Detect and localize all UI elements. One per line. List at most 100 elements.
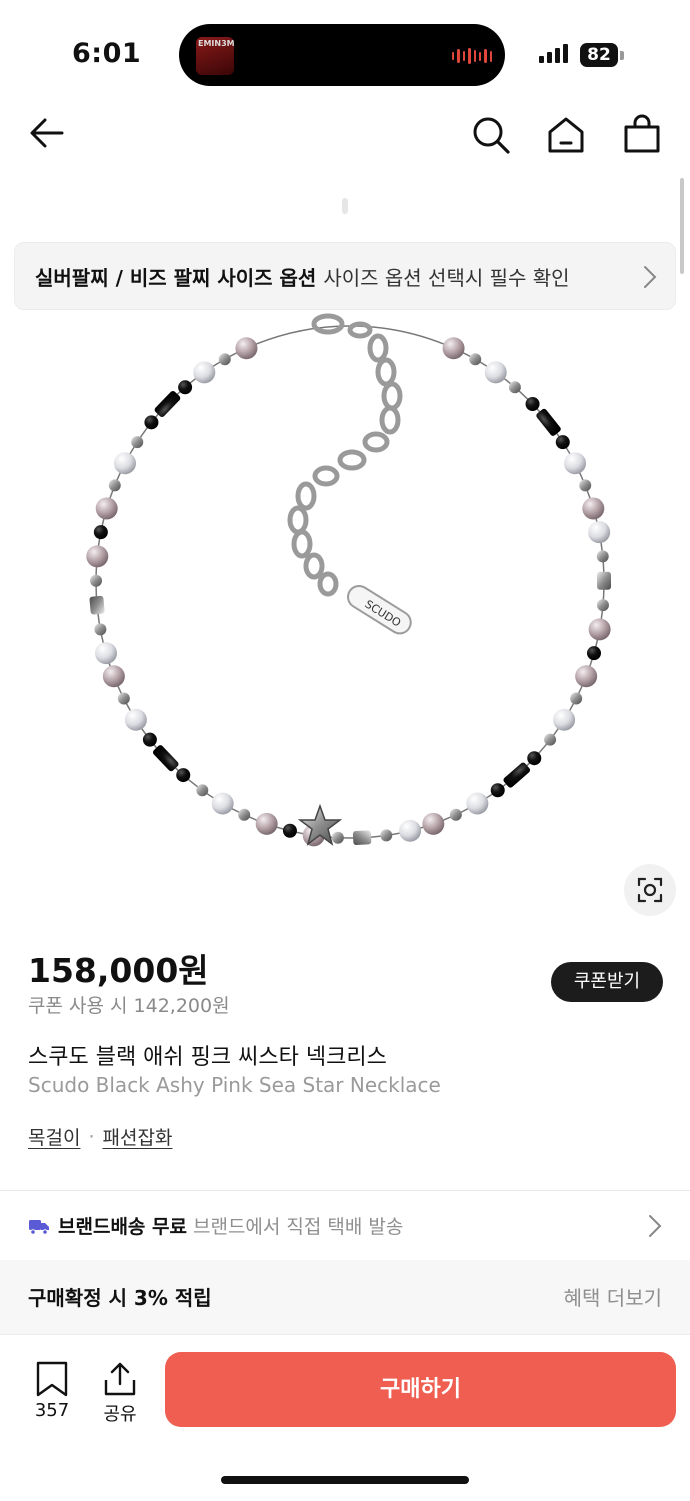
product-price: 158,000원 bbox=[28, 951, 209, 990]
necklace-bead bbox=[466, 792, 489, 815]
necklace-bead bbox=[508, 381, 521, 394]
category-separator: · bbox=[88, 1125, 95, 1148]
necklace-bead bbox=[193, 361, 216, 384]
necklace-bead bbox=[90, 574, 103, 587]
necklace-bead bbox=[490, 783, 505, 798]
home-icon[interactable] bbox=[543, 112, 589, 158]
now-playing-album-art[interactable]: EMIN3M bbox=[196, 37, 234, 75]
necklace-bead bbox=[131, 436, 144, 449]
necklace-bead bbox=[596, 599, 609, 612]
necklace-bead bbox=[255, 812, 278, 835]
shipping-label: 브랜드배송 무료 bbox=[58, 1216, 187, 1238]
coupon-price: 쿠폰 사용 시 142,200원 bbox=[28, 995, 230, 1017]
banner-title: 실버팔찌 / 비즈 팔찌 사이즈 옵션 bbox=[35, 265, 317, 290]
necklace-bead bbox=[235, 337, 258, 360]
necklace-bead bbox=[575, 665, 598, 688]
necklace-bead bbox=[117, 692, 130, 705]
banner-subtitle: 사이즈 옵션 선택시 필수 확인 bbox=[323, 265, 570, 290]
image-page-indicator bbox=[342, 198, 348, 214]
album-art-text: EMIN3M bbox=[198, 39, 234, 48]
necklace-bead bbox=[95, 497, 118, 520]
necklace-bead bbox=[211, 792, 234, 815]
benefit-row[interactable]: 구매확정 시 3% 적립 혜택 더보기 bbox=[0, 1260, 690, 1334]
product-name-english: Scudo Black Ashy Pink Sea Star Necklace bbox=[28, 1073, 441, 1097]
necklace-bead bbox=[93, 525, 108, 540]
status-time: 6:01 bbox=[72, 38, 142, 69]
necklace-bead bbox=[124, 708, 147, 731]
necklace-bead bbox=[142, 732, 157, 747]
product-name-korean: 스쿠도 블랙 애쉬 핑크 씨스타 넥크리스 bbox=[28, 1045, 387, 1070]
category-link-necklace[interactable]: 목걸이 bbox=[28, 1123, 80, 1150]
necklace-bead bbox=[596, 571, 612, 590]
necklace-bead bbox=[178, 380, 193, 395]
necklace-bead bbox=[582, 497, 605, 520]
home-indicator[interactable] bbox=[221, 1476, 469, 1484]
chevron-right-icon bbox=[644, 266, 657, 288]
cellular-signal-icon bbox=[539, 44, 568, 63]
category-link-fashion-goods[interactable]: 패션잡화 bbox=[103, 1123, 173, 1150]
necklace-bead bbox=[196, 784, 209, 797]
necklace-bead bbox=[89, 595, 105, 615]
back-arrow-icon[interactable] bbox=[24, 110, 70, 156]
necklace-bead bbox=[544, 733, 557, 746]
necklace-bead bbox=[503, 762, 531, 788]
necklace-bead bbox=[527, 751, 542, 766]
necklace-bead bbox=[536, 408, 561, 436]
necklace-bead bbox=[176, 768, 191, 783]
necklace-bead bbox=[331, 831, 344, 844]
necklace-bead bbox=[553, 708, 576, 731]
necklace-bead bbox=[399, 819, 422, 842]
necklace-bead bbox=[282, 823, 297, 838]
shipping-info-row[interactable]: 브랜드배송 무료 브랜드에서 직접 택배 발송 bbox=[28, 1212, 403, 1239]
battery-icon: 82 bbox=[580, 43, 618, 67]
chevron-right-icon[interactable] bbox=[648, 1214, 662, 1238]
necklace-bead bbox=[596, 550, 609, 563]
necklace-bead bbox=[152, 745, 179, 772]
necklace-bead bbox=[95, 642, 118, 665]
product-image-necklace[interactable]: SCUDO bbox=[60, 300, 640, 880]
section-divider bbox=[0, 1190, 690, 1191]
necklace-bead bbox=[218, 353, 231, 366]
battery-tip bbox=[620, 51, 624, 60]
necklace-bead bbox=[449, 808, 462, 821]
necklace-bead bbox=[108, 479, 121, 492]
necklace-bead bbox=[154, 391, 181, 417]
bookmark-icon[interactable] bbox=[32, 1360, 72, 1398]
category-breadcrumb: 목걸이 · 패션잡화 bbox=[28, 1123, 172, 1150]
benefit-label: 구매확정 시 3% 적립 bbox=[28, 1286, 212, 1310]
necklace-bead bbox=[380, 829, 393, 842]
necklace-bead bbox=[579, 479, 592, 492]
necklace-bead bbox=[238, 808, 251, 821]
necklace-bead bbox=[555, 435, 570, 450]
shopping-bag-icon[interactable] bbox=[619, 112, 665, 158]
necklace-bead bbox=[469, 353, 482, 366]
necklace-bead bbox=[442, 337, 465, 360]
necklace-bead bbox=[586, 646, 601, 661]
necklace-bead bbox=[484, 361, 507, 384]
necklace-bead bbox=[144, 415, 159, 430]
bookmark-count: 357 bbox=[34, 1400, 70, 1421]
necklace-bead bbox=[525, 397, 540, 412]
share-label: 공유 bbox=[103, 1404, 137, 1425]
buy-button[interactable]: 구매하기 bbox=[165, 1352, 676, 1427]
delivery-truck-icon bbox=[29, 1219, 49, 1235]
necklace-bead bbox=[113, 452, 136, 475]
audio-waveform-icon bbox=[452, 46, 492, 66]
necklace-bead bbox=[588, 521, 611, 544]
necklace-bead bbox=[588, 618, 611, 641]
necklace-bead bbox=[564, 452, 587, 475]
benefit-more-link[interactable]: 혜택 더보기 bbox=[564, 1282, 662, 1311]
shipping-detail: 브랜드에서 직접 택배 발송 bbox=[192, 1216, 404, 1238]
necklace-bead bbox=[86, 545, 109, 568]
share-icon[interactable] bbox=[100, 1360, 140, 1398]
page-scroll-indicator[interactable] bbox=[680, 178, 684, 274]
necklace-bead bbox=[352, 830, 372, 845]
necklace-bead bbox=[94, 623, 107, 636]
search-icon[interactable] bbox=[468, 112, 514, 158]
get-coupon-button[interactable]: 쿠폰받기 bbox=[551, 962, 663, 1002]
necklace-bead bbox=[422, 812, 445, 835]
necklace-bead bbox=[102, 665, 125, 688]
necklace-bead bbox=[570, 692, 583, 705]
visual-search-icon bbox=[637, 877, 663, 903]
image-search-lens-button[interactable] bbox=[624, 864, 676, 916]
